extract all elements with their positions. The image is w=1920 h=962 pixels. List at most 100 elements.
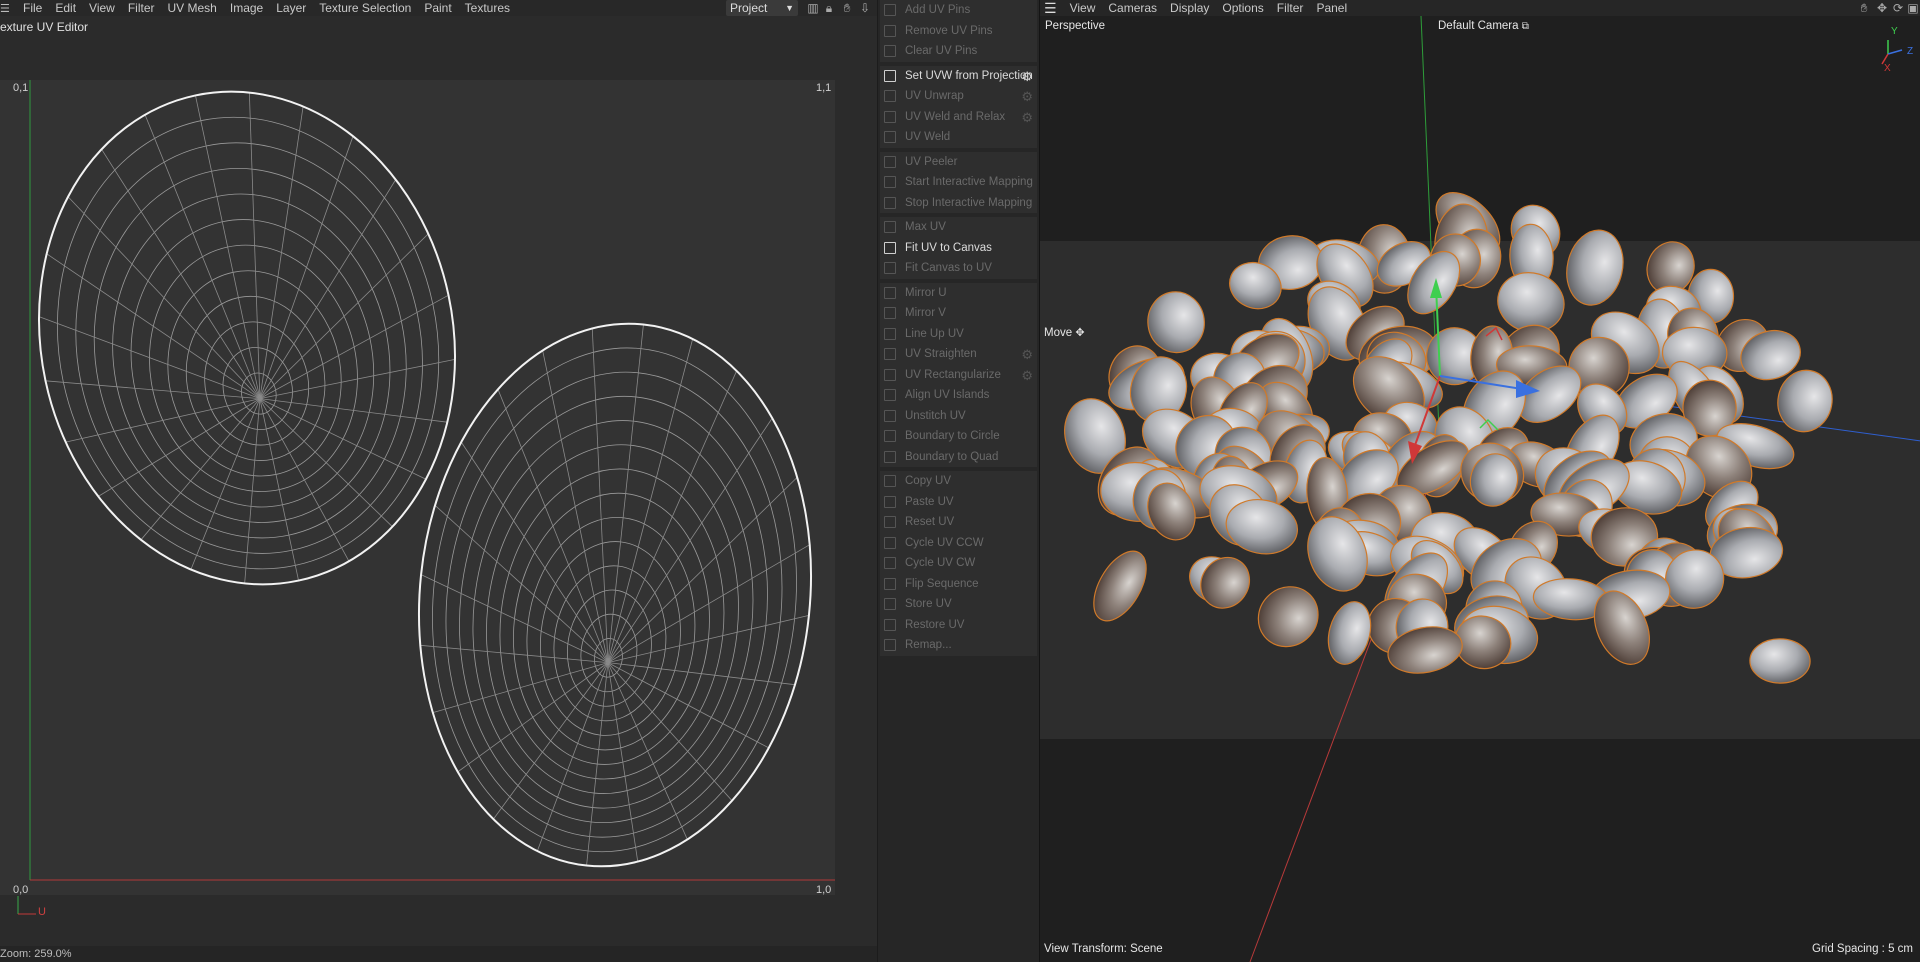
uv-islands [38,90,835,886]
cmd-add-uv-pins-button[interactable]: Add UV Pins [880,0,1037,21]
cmd-label: Max UV [905,221,946,234]
cmd-uv-unwrap-button[interactable]: UV Unwrap ⚙ [880,86,1037,107]
cmd-uv-unwrap-icon [884,90,896,103]
perspective-viewport[interactable]: ☰ View Cameras Display Options Filter Pa… [1039,0,1920,962]
cmd-label: Line Up UV [905,327,964,340]
cmd-label: Mirror U [905,286,947,299]
vp-maximize-icon[interactable]: ▣ [1906,1,1920,15]
cmd-label: Copy UV [905,475,952,488]
cmd-mirror-v-button[interactable]: Mirror V [880,303,1037,324]
cmd-fit-canvas-to-uv-button[interactable]: Fit Canvas to UV [880,258,1037,279]
cmd-boundary-to-circle-button[interactable]: Boundary to Circle [880,426,1037,447]
vp-pan-icon[interactable]: ✋︎ [1857,1,1871,15]
cmd-max-uv-button[interactable]: Max UV [880,217,1037,238]
viewport-hamburger-icon[interactable]: ☰ [1044,0,1057,16]
cmd-remove-uv-pins-button[interactable]: Remove UV Pins [880,20,1037,41]
lock-icon[interactable]: 🔒︎ [822,1,836,15]
cmd-set-uvw-from-projection-button[interactable]: Set UVW from Projection ⚙ [880,65,1037,86]
gear-icon[interactable]: ⚙ [1021,110,1033,126]
cmd-cycle-uv-cw-button[interactable]: Cycle UV CW [880,553,1037,574]
gear-icon[interactable]: ⚙ [1021,368,1033,384]
gear-icon[interactable]: ⚙ [1021,347,1033,363]
cmd-label: Cycle UV CCW [905,536,984,549]
cmd-cycle-uv-ccw-button[interactable]: Cycle UV CCW [880,532,1037,553]
cmd-uv-weld-and-relax-button[interactable]: UV Weld and Relax ⚙ [880,106,1037,127]
gear-icon[interactable]: ⚙ [1021,69,1033,85]
move-tool-icon: ✥ [1075,327,1085,339]
camera-label[interactable]: Default Camera ⧉ [1438,20,1529,32]
cmd-label: Remove UV Pins [905,24,993,37]
camera-name: Default Camera [1438,20,1519,32]
cmd-restore-uv-button[interactable]: Restore UV [880,614,1037,635]
vp-menu-options[interactable]: Options [1222,0,1263,16]
project-select[interactable]: Project ▼ [726,0,798,16]
cmd-label: UV Straighten [905,348,977,361]
cmd-remap-button[interactable]: Remap... [880,635,1037,656]
cmd-start-interactive-mapping-button[interactable]: Start Interactive Mapping [880,172,1037,193]
cmd-flip-sequence-button[interactable]: Flip Sequence [880,573,1037,594]
pan-hand-icon[interactable]: ✋︎ [840,1,854,15]
menu-hamburger-icon[interactable]: ☰ [0,2,10,15]
cmd-group: Max UV Fit UV to Canvas Fit Canvas to UV [880,217,1037,279]
vp-menu-filter[interactable]: Filter [1277,0,1304,16]
vp-menu-panel[interactable]: Panel [1316,0,1347,16]
menu-edit[interactable]: Edit [55,0,76,16]
cmd-line-up-uv-button[interactable]: Line Up UV [880,323,1037,344]
cmd-paste-uv-button[interactable]: Paste UV [880,491,1037,512]
menu-paint[interactable]: Paint [424,0,451,16]
menu-file[interactable]: File [23,0,42,16]
cmd-add-uv-pins-icon [884,4,896,17]
menu-texture-selection[interactable]: Texture Selection [319,0,411,16]
histogram-icon[interactable]: ▥ [806,1,820,15]
cmd-boundary-to-quad-button[interactable]: Boundary to Quad [880,446,1037,467]
vp-rotate-icon[interactable]: ⟳ [1891,1,1905,15]
cmd-clear-uv-pins-button[interactable]: Clear UV Pins [880,41,1037,62]
menu-image[interactable]: Image [230,0,263,16]
cmd-unstitch-uv-button[interactable]: Unstitch UV [880,405,1037,426]
cmd-uv-rectangularize-button[interactable]: UV Rectangularize ⚙ [880,364,1037,385]
cmd-unstitch-uv-icon [884,409,896,422]
pebble-object[interactable] [1749,638,1811,684]
cmd-copy-uv-button[interactable]: Copy UV [880,471,1037,492]
cmd-fit-canvas-to-uv-icon [884,262,896,275]
cmd-label: Set UVW from Projection [905,69,1033,82]
menu-view[interactable]: View [89,0,115,16]
scene-render[interactable] [1040,16,1920,962]
cmd-label: UV Rectangularize [905,368,1001,381]
cmd-group: Copy UV Paste UV Reset UV Cycle UV CCW Cycle… [880,471,1037,656]
cmd-store-uv-button[interactable]: Store UV [880,594,1037,615]
cmd-stop-interactive-mapping-button[interactable]: Stop Interactive Mapping [880,192,1037,213]
cmd-fit-uv-to-canvas-button[interactable]: Fit UV to Canvas [880,237,1037,258]
move-down-icon[interactable]: ⇩ [858,1,872,15]
menu-filter[interactable]: Filter [128,0,155,16]
uv-editor-title: exture UV Editor [0,20,89,34]
cmd-uv-peeler-button[interactable]: UV Peeler [880,151,1037,172]
cmd-remap-icon [884,639,896,652]
camera-link-icon[interactable]: ⧉ [1522,21,1529,32]
menu-textures[interactable]: Textures [465,0,510,16]
menu-layer[interactable]: Layer [276,0,306,16]
vp-menu-cameras[interactable]: Cameras [1108,0,1157,16]
cmd-uv-weld-button[interactable]: UV Weld [880,127,1037,148]
uv-mesh-drawing[interactable] [0,80,835,895]
uv-island[interactable] [393,304,835,886]
uv-canvas[interactable] [0,80,835,895]
cmd-uv-straighten-button[interactable]: UV Straighten ⚙ [880,344,1037,365]
cmd-label: Align UV Islands [905,389,990,402]
uv-commands-list: Add UV Pins Remove UV Pins Clear UV Pins Se… [878,0,1039,656]
cmd-label: Paste UV [905,495,954,508]
vp-move-icon[interactable]: ✥ [1875,1,1889,15]
cmd-label: Mirror V [905,307,946,320]
cmd-group: Add UV Pins Remove UV Pins Clear UV Pins [880,0,1037,62]
cmd-remove-uv-pins-icon [884,24,896,37]
cmd-mirror-u-button[interactable]: Mirror U [880,282,1037,303]
gear-icon[interactable]: ⚙ [1021,89,1033,105]
cmd-align-uv-islands-button[interactable]: Align UV Islands [880,385,1037,406]
menu-uv-mesh[interactable]: UV Mesh [168,0,217,16]
cmd-reset-uv-button[interactable]: Reset UV [880,512,1037,533]
viewport-scene[interactable] [1040,16,1920,962]
cmd-reset-uv-icon [884,516,896,529]
vp-menu-view[interactable]: View [1070,0,1096,16]
vp-menu-display[interactable]: Display [1170,0,1209,16]
cmd-restore-uv-icon [884,618,896,631]
